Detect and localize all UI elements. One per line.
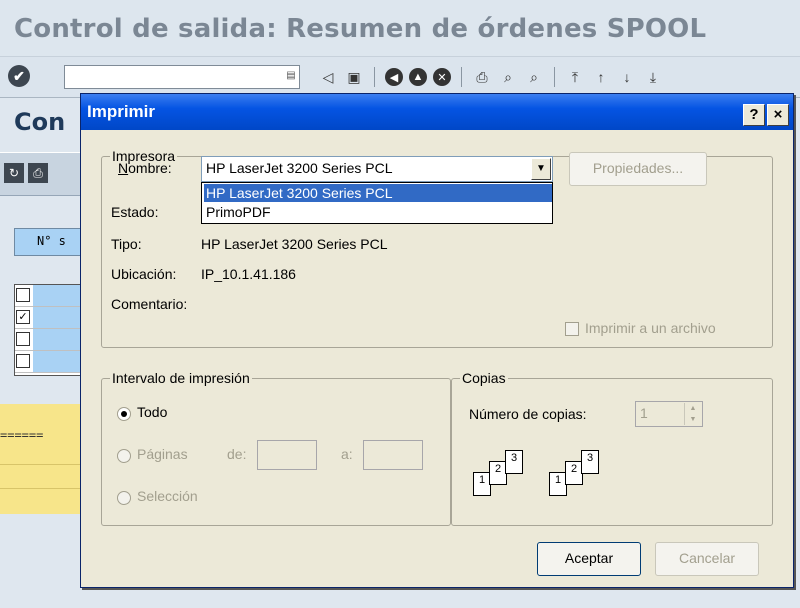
command-field[interactable]: ▤ [64,65,300,89]
next-page-icon[interactable]: ↓ [617,67,637,87]
separator-text: ====== [0,428,44,442]
arrow-left-icon[interactable]: ◁ [318,67,338,87]
pages-radio[interactable] [117,449,131,463]
back-icon[interactable]: ◀ [385,68,403,86]
cancel-button[interactable]: Cancelar [655,542,759,576]
dialog-title: Imprimir [87,102,156,121]
spinner-arrows-icon[interactable]: ▲ ▼ [684,403,701,425]
print-to-file-label: Imprimir a un archivo [585,320,716,336]
toolbar-icons: ◁ ▣ ◀ ▲ ✕ ⎙ ⌕ ⌕ ⤒ ↑ ↓ ⤓ [318,65,663,89]
print-to-file-checkbox[interactable] [565,322,579,336]
refresh-icon[interactable]: ↻ [4,163,24,183]
sap-window-title: Control de salida: Resumen de órdenes SP… [14,14,707,44]
previous-page-icon[interactable]: ↑ [591,67,611,87]
all-label: Todo [137,404,168,420]
find-icon[interactable]: ⌕ [498,67,518,87]
copies-value: 1 [640,405,648,421]
copies-group-label: Copias [460,370,508,386]
sap-standard-toolbar: ✔ ▤ ◁ ▣ ◀ ▲ ✕ ⎙ ⌕ ⌕ ⤒ ↑ ↓ ⤓ [0,56,800,98]
toolbar-separator [374,67,375,87]
row-checkbox[interactable] [16,354,30,368]
sap-screen-title: Con [14,108,66,136]
print-range-group-label: Intervalo de impresión [110,370,252,386]
row-checkbox[interactable] [16,288,30,302]
type-value: HP LaserJet 3200 Series PCL [201,236,388,252]
divider [0,464,90,465]
toolbar-separator [461,67,462,87]
dialog-title-bar[interactable]: Imprimir ? × [81,94,793,130]
printer-name-combobox[interactable]: HP LaserJet 3200 Series PCL ▼ [201,156,553,182]
divider [0,488,90,489]
properties-button[interactable]: Propiedades... [569,152,707,186]
toolbar-separator [554,67,555,87]
printer-name-value: HP LaserJet 3200 Series PCL [206,160,393,176]
copies-group: Copias [451,370,773,526]
last-page-icon[interactable]: ⤓ [643,67,663,87]
sap-title-bar: Control de salida: Resumen de órdenes SP… [0,0,800,56]
printer-option[interactable]: PrimoPDF [204,203,552,221]
save-icon[interactable]: ▣ [344,67,364,87]
selection-label: Selección [137,488,198,504]
enter-icon[interactable]: ✔ [8,65,30,87]
name-label: Nombre: [118,160,172,176]
command-history-icon[interactable]: ▤ [285,69,297,83]
grid-header-label: N° s [37,234,66,248]
first-page-icon[interactable]: ⤒ [565,67,585,87]
printer-option[interactable]: HP LaserJet 3200 Series PCL [204,184,552,202]
copies-spinner[interactable]: 1 ▲ ▼ [635,401,703,427]
sap-application-toolbar: ↻ ⎙ [0,152,90,196]
comment-label: Comentario: [111,296,188,312]
all-radio[interactable] [117,407,131,421]
copies-label: Número de copias: [469,406,587,422]
chevron-down-icon[interactable]: ▼ [531,158,551,180]
cancel-icon[interactable]: ✕ [433,68,451,86]
exit-icon[interactable]: ▲ [409,68,427,86]
type-label: Tipo: [111,236,142,252]
to-label: a: [341,446,353,462]
to-page-input[interactable] [363,440,423,470]
close-button[interactable]: × [767,104,789,126]
row-checkbox[interactable]: ✓ [16,310,30,324]
location-label: Ubicación: [111,266,177,282]
list-output-area: ====== [0,404,90,514]
print-dialog: Imprimir ? × Impresora Nombre: HP LaserJ… [80,93,794,588]
location-value: IP_10.1.41.186 [201,266,296,282]
print-icon[interactable]: ⎙ [28,163,48,183]
selection-radio[interactable] [117,491,131,505]
row-checkbox[interactable] [16,332,30,346]
pages-label: Páginas [137,446,188,462]
print-icon[interactable]: ⎙ [472,67,492,87]
ok-button[interactable]: Aceptar [537,542,641,576]
from-label: de: [227,446,247,462]
printer-dropdown-list: HP LaserJet 3200 Series PCL PrimoPDF [201,182,553,224]
find-next-icon[interactable]: ⌕ [524,67,544,87]
status-label: Estado: [111,204,159,220]
help-button[interactable]: ? [743,104,765,126]
from-page-input[interactable] [257,440,317,470]
